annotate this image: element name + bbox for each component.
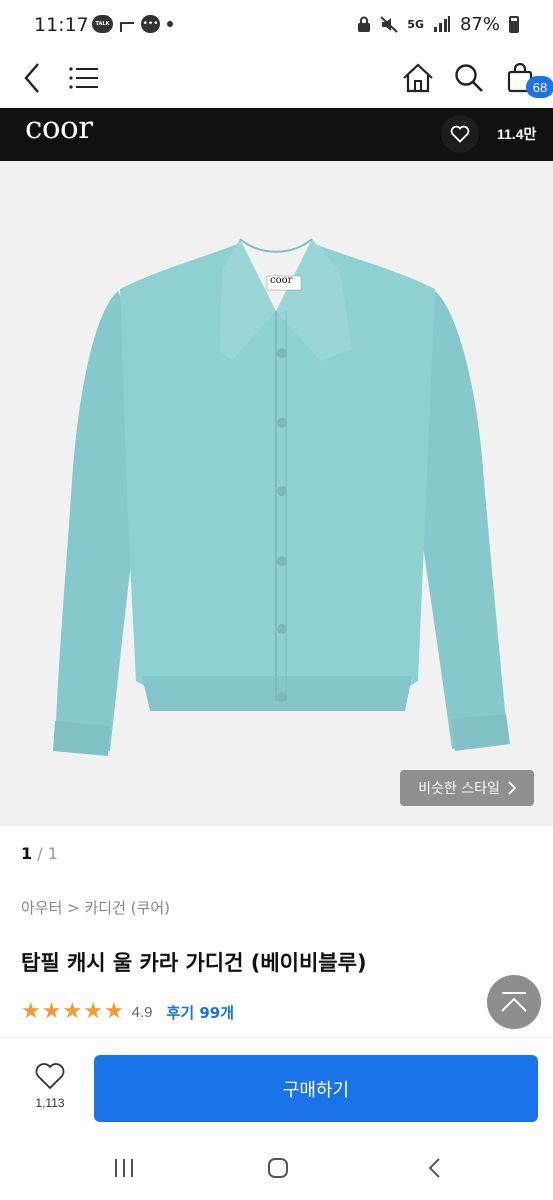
brand-like-button[interactable] [441,115,479,153]
network-5g-icon: 5G [407,18,424,31]
hamburger-menu-icon [69,67,98,89]
notification-icon [120,22,134,32]
brand-bar: coor 11.4만 [0,108,553,161]
star-icon: ★ [21,999,41,1024]
star-icon: ★ [103,999,124,1024]
page-total: 1 [47,844,58,863]
message-icon: ••• [141,15,160,33]
arrow-up-icon [501,992,527,1012]
lock-icon [358,16,371,32]
home-circle-icon [268,1158,288,1178]
star-icon: ★ [41,999,62,1024]
breadcrumb[interactable]: 아우터 > 카디건 (쿠어) [21,897,170,918]
product-image[interactable]: coor 비슷한 스타일 [0,161,553,826]
brand-logo[interactable]: coor [25,110,93,146]
recent-apps-icon [115,1159,133,1177]
rating-stars: ★ ★ ★ ★ ★ [21,1000,124,1024]
status-time: 11:17 [34,14,89,36]
more-notifications-icon [167,21,173,27]
back-nav-button[interactable] [419,1153,449,1183]
brand-like-count: 11.4만 [497,126,537,142]
chevron-left-icon [24,63,39,93]
heart-icon [35,1063,65,1090]
cardigan-illustration [53,238,510,756]
review-count-link[interactable]: 후기 99개 [167,1002,235,1023]
buy-button[interactable]: 구매하기 [94,1055,538,1122]
battery-icon [509,16,519,33]
home-icon [403,63,433,93]
image-page-counter: 1 / 1 [21,844,58,863]
signal-icon [433,16,450,32]
page-separator: / [32,844,48,863]
cart-count-badge: 68 [526,76,553,98]
status-bar: 11:17 TALK ••• 5G 87% [0,0,553,52]
page-current: 1 [21,844,33,863]
heart-icon [450,125,470,143]
mute-icon [380,16,398,33]
search-button[interactable] [449,58,489,98]
home-nav-button[interactable] [263,1153,293,1183]
menu-button[interactable] [64,58,104,98]
similar-style-button[interactable]: 비슷한 스타일 [400,770,534,806]
recent-apps-button[interactable] [109,1153,139,1183]
like-button[interactable]: 1,113 [20,1062,80,1110]
search-icon [455,64,483,92]
scroll-to-top-button[interactable] [487,975,541,1029]
back-button[interactable] [12,58,52,98]
chevron-left-icon [428,1158,440,1178]
star-icon: ★ [62,999,83,1024]
garment-label-tag: coor [270,275,293,286]
cart-button[interactable]: 68 [500,58,553,98]
like-count: 1,113 [35,1096,65,1110]
rating-row: ★ ★ ★ ★ ★ 4.9 후기 99개 [21,1000,234,1024]
home-button[interactable] [398,58,438,98]
rating-score: 4.9 [131,1003,153,1021]
product-title: 탑필 캐시 울 카라 가디건 (베이비블루) [21,951,367,975]
star-icon: ★ [83,999,103,1024]
battery-percent: 87% [459,14,500,35]
chevron-right-icon [508,781,516,795]
similar-style-label: 비슷한 스타일 [418,781,500,797]
bottom-action-bar: 1,113 구매하기 [0,1037,553,1135]
kakaotalk-icon: TALK [92,15,113,33]
top-nav-bar: 68 [0,52,553,108]
android-nav-bar [0,1135,553,1200]
